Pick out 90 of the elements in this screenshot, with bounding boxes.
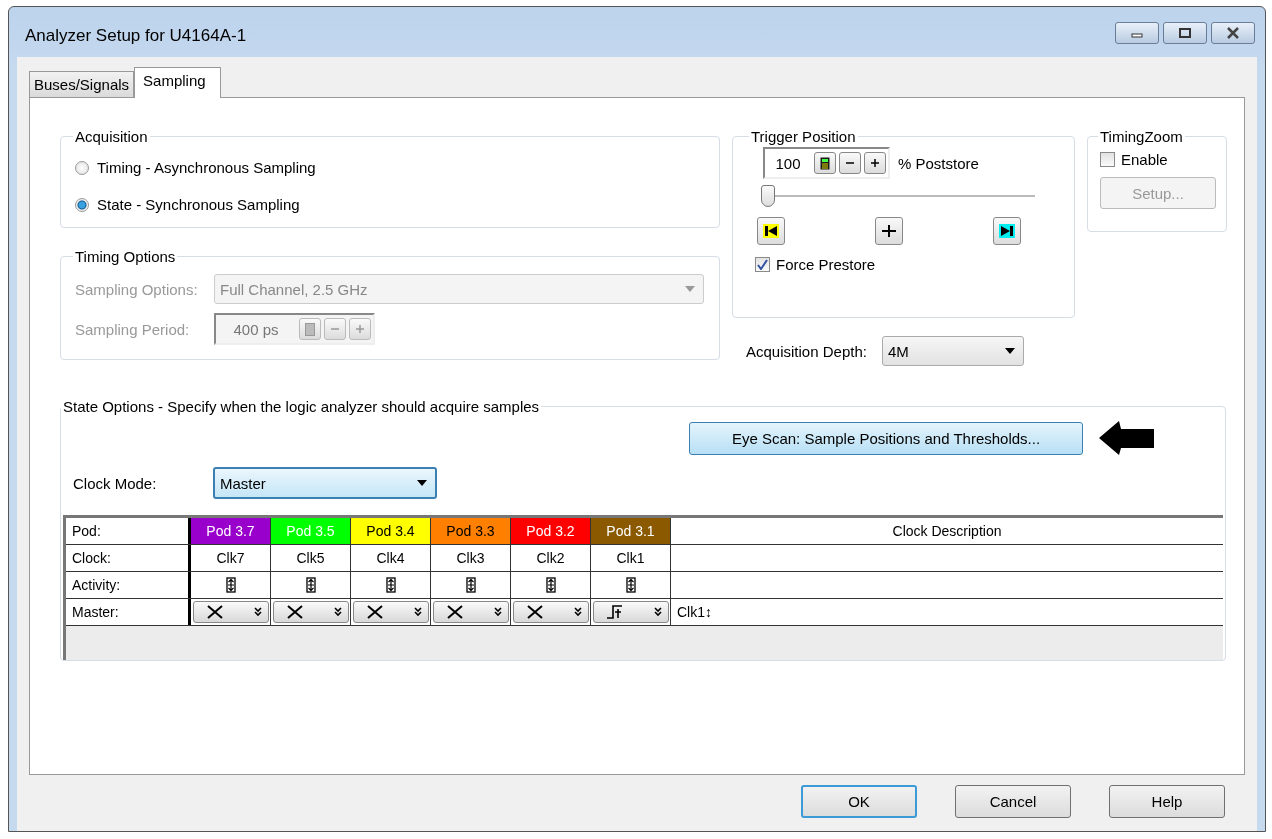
plus-icon: [870, 158, 880, 168]
group-title: Acquisition: [74, 128, 149, 145]
close-button[interactable]: [1211, 22, 1255, 44]
field-label: Clock Mode:: [73, 474, 158, 492]
table-cell: Clk1: [591, 545, 671, 571]
dialog-button[interactable]: Help: [1109, 785, 1225, 818]
acquisition-depth-dropdown[interactable]: 4M: [881, 336, 1024, 366]
dont-care-icon: [365, 605, 384, 619]
clock-edge-dropdown[interactable]: [352, 601, 429, 623]
activity-icon: [545, 577, 556, 593]
close-icon: [1226, 27, 1240, 39]
field-label: Acquisition Depth:: [746, 342, 867, 360]
clock-edge-dropdown[interactable]: [432, 601, 509, 623]
dont-care-icon: [525, 605, 544, 619]
tab[interactable]: Buses/Signals: [29, 71, 135, 97]
group-title: State Options - Specify when the logic analyzer should acquire samples: [62, 398, 541, 415]
dont-care-icon: [445, 605, 464, 619]
checkbox-label: Enable: [1121, 150, 1168, 168]
table-cell: Clk5: [271, 545, 351, 571]
table-cell: Clk2: [511, 545, 591, 571]
activity-icon: [305, 577, 316, 593]
pod-header: Pod 3.2: [511, 518, 591, 544]
increment-button[interactable]: [864, 152, 886, 174]
group-title: Timing Options: [74, 248, 177, 265]
radio-label: Timing - Asynchronous Sampling: [97, 159, 316, 176]
activity-icon: [385, 577, 396, 593]
window-title: Analyzer Setup for U4164A-1: [25, 26, 247, 46]
go-to-end-button[interactable]: [993, 217, 1021, 245]
field-label: Sampling Options:: [75, 280, 199, 298]
dialog-button[interactable]: Cancel: [955, 785, 1071, 818]
double-chevron-icon: [573, 607, 582, 617]
calculator-button[interactable]: [814, 152, 836, 174]
double-chevron-icon: [653, 607, 662, 617]
clock-mode-dropdown[interactable]: Master: [213, 467, 437, 499]
dont-care-icon: [285, 605, 304, 619]
checkbox-label: Force Prestore: [776, 255, 876, 273]
clock-edge-dropdown[interactable]: [512, 601, 589, 623]
skip-to-start-icon: [763, 224, 779, 238]
pod-header: Pod 3.1: [591, 518, 671, 544]
eye-scan-button[interactable]: Eye Scan: Sample Positions and Thresholds...: [689, 421, 1083, 455]
center-button[interactable]: [875, 217, 903, 245]
activity-icon: [625, 577, 636, 593]
group-title: TimingZoom: [1099, 128, 1184, 145]
clock-edge-dropdown[interactable]: [272, 601, 349, 623]
activity-icon: [225, 577, 236, 593]
minimize-button[interactable]: [1115, 22, 1159, 44]
double-chevron-icon: [493, 607, 502, 617]
checkbox[interactable]: [755, 256, 770, 272]
pod-header: Pod 3.3: [431, 518, 511, 544]
plus-icon: [355, 324, 365, 334]
rising-edge-icon: [605, 605, 624, 619]
dropdown-arrow-icon: [1004, 348, 1015, 354]
calculator-icon: [305, 322, 315, 336]
radio-button[interactable]: [75, 160, 89, 175]
maximize-button[interactable]: [1163, 22, 1207, 44]
dropdown-arrow-icon: [417, 480, 427, 486]
double-chevron-icon: [333, 607, 342, 617]
pod-header: Pod 3.7: [191, 518, 271, 544]
crosshair-icon: [881, 224, 897, 238]
activity-icon: [465, 577, 476, 593]
clock-edge-dropdown[interactable]: [592, 601, 669, 623]
column-header: Clock Description: [891, 522, 1003, 541]
dont-care-icon: [205, 605, 224, 619]
pod-header: Pod 3.5: [271, 518, 351, 544]
left-arrow-icon: [1099, 421, 1155, 455]
dropdown-arrow-icon: [685, 286, 695, 292]
table-cell-text: Clk1↕: [676, 603, 713, 622]
radio-button[interactable]: [75, 197, 89, 212]
go-to-start-button[interactable]: [757, 217, 785, 245]
table-cell: Clk3: [431, 545, 511, 571]
row-header: Clock:: [66, 545, 191, 571]
unit-label: % Poststore: [898, 154, 979, 172]
table-cell: Clk7: [191, 545, 271, 571]
checkbox[interactable]: [1100, 151, 1115, 167]
row-header: Activity:: [66, 572, 191, 598]
field-label: Sampling Period:: [75, 320, 191, 338]
clock-edge-dropdown[interactable]: [192, 601, 269, 623]
decrement-button[interactable]: [839, 152, 861, 174]
tab[interactable]: Sampling: [134, 67, 221, 98]
maximize-icon: [1178, 27, 1192, 39]
skip-to-end-icon: [999, 224, 1015, 238]
double-chevron-icon: [413, 607, 422, 617]
table-cell: Clk4: [351, 545, 431, 571]
slider-thumb[interactable]: [761, 185, 775, 207]
dialog-button[interactable]: OK: [801, 785, 917, 818]
group-title: Trigger Position: [750, 128, 857, 145]
radio-label: State - Synchronous Sampling: [97, 196, 300, 213]
pod-header: Pod 3.4: [351, 518, 431, 544]
double-chevron-icon: [253, 607, 262, 617]
calculator-icon: [820, 156, 830, 170]
